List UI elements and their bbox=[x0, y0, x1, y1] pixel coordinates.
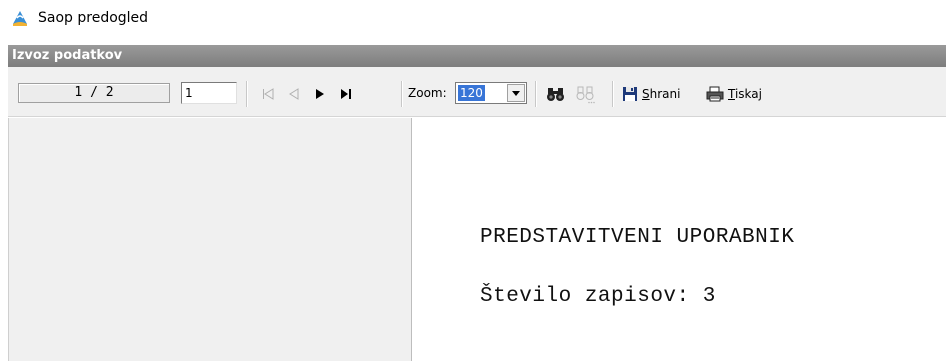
preview-toolbar: 1 / 2 1 Zoom: 120 Shrani Tiskaj bbox=[8, 67, 946, 117]
first-page-icon bbox=[263, 88, 274, 100]
next-page-icon bbox=[316, 89, 324, 99]
document-heading: PREDSTAVITVENI UPORABNIK bbox=[480, 226, 795, 249]
find-next-icon bbox=[576, 86, 595, 104]
binoculars-icon bbox=[547, 88, 564, 101]
printer-icon bbox=[706, 86, 724, 102]
document-record-count: Število zapisov: 3 bbox=[480, 285, 716, 308]
prev-page-button[interactable] bbox=[284, 84, 304, 104]
chevron-down-icon[interactable] bbox=[507, 84, 525, 102]
floppy-disk-icon bbox=[623, 87, 637, 101]
section-header: Izvoz podatkov bbox=[8, 45, 946, 67]
page-number-input[interactable]: 1 bbox=[181, 82, 237, 104]
last-page-button[interactable] bbox=[336, 84, 356, 104]
window-title: Saop predogled bbox=[38, 10, 149, 26]
save-accelerator: S bbox=[642, 87, 650, 101]
saop-app-icon bbox=[10, 8, 30, 28]
toolbar-separator bbox=[401, 81, 403, 107]
window-titlebar: Saop predogled bbox=[0, 0, 946, 36]
find-button[interactable] bbox=[546, 83, 566, 105]
first-page-button[interactable] bbox=[258, 84, 278, 104]
page-counter: 1 / 2 bbox=[18, 83, 170, 103]
zoom-select[interactable]: 120 bbox=[455, 82, 527, 104]
save-label: hrani bbox=[649, 87, 681, 101]
toolbar-separator bbox=[246, 81, 248, 107]
prev-page-icon bbox=[289, 88, 299, 100]
find-next-button[interactable] bbox=[575, 83, 597, 105]
next-page-button[interactable] bbox=[310, 84, 330, 104]
print-button[interactable]: Tiskaj bbox=[706, 83, 762, 105]
print-label: iskaj bbox=[734, 87, 762, 101]
last-page-icon bbox=[341, 89, 351, 99]
save-button[interactable]: Shrani bbox=[622, 83, 680, 105]
print-accelerator: T bbox=[728, 87, 735, 101]
zoom-value: 120 bbox=[458, 85, 485, 101]
zoom-label: Zoom: bbox=[408, 86, 447, 100]
toolbar-separator bbox=[612, 81, 614, 107]
toolbar-separator bbox=[535, 81, 537, 107]
thumbnail-pane bbox=[8, 118, 412, 361]
